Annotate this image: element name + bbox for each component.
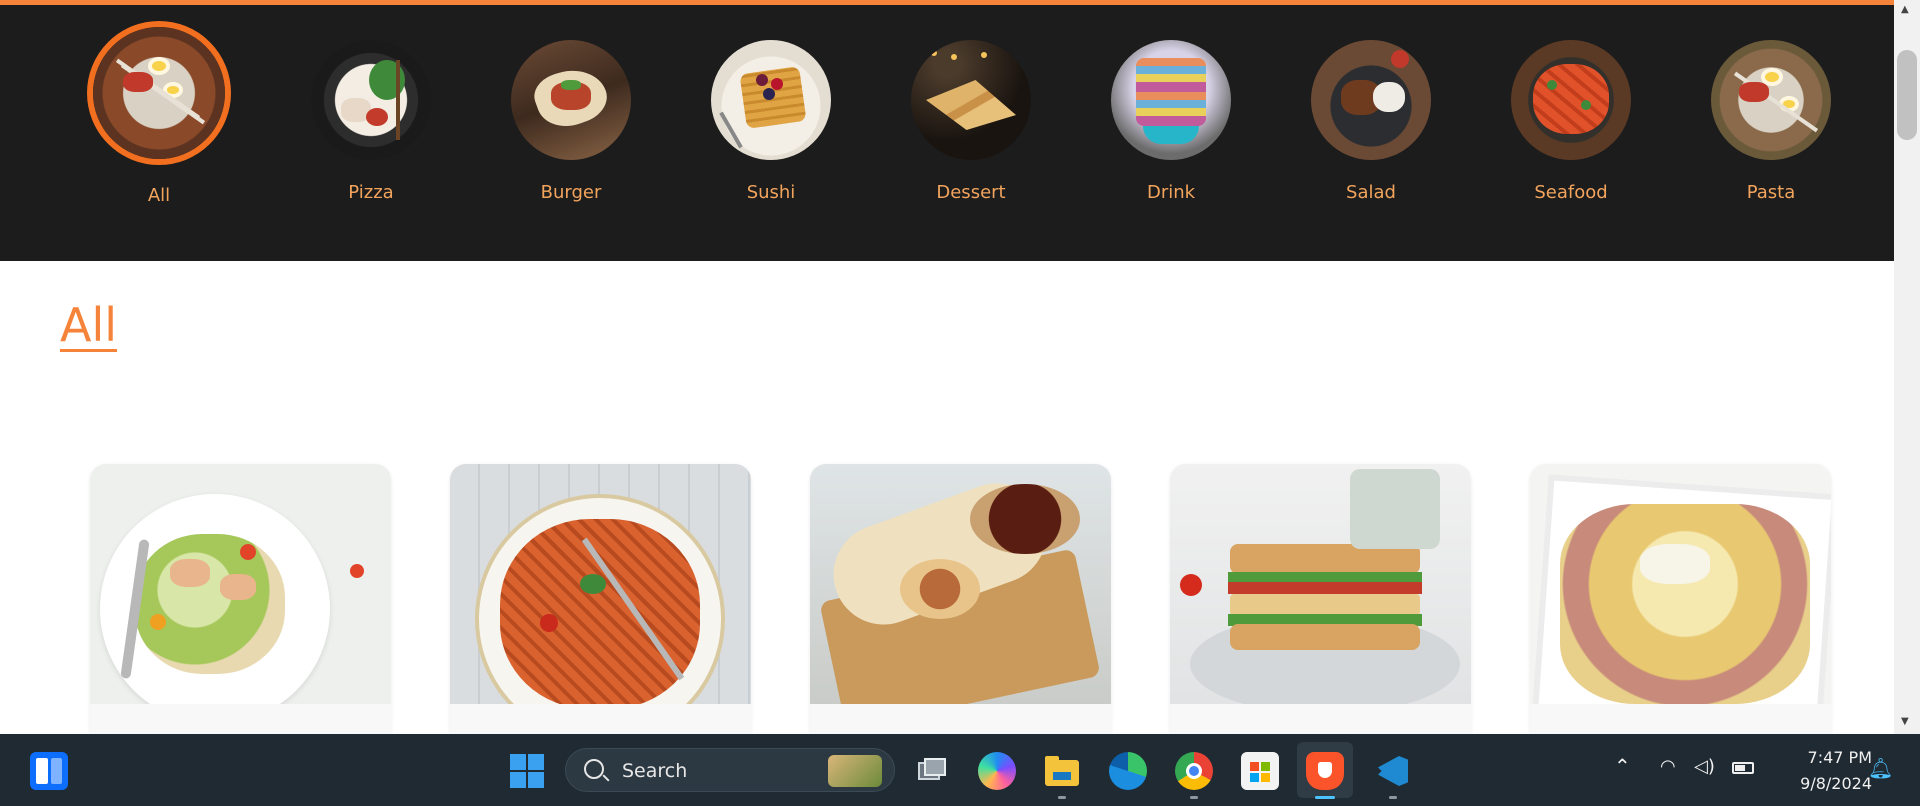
category-burger-image xyxy=(511,40,631,160)
category-label: Pizza xyxy=(348,182,394,203)
scrollbar-thumb[interactable] xyxy=(1897,50,1917,140)
windows-taskbar: Search ⌃ ◠ ◁) 7:47 PM 9/8/2024 🔔︎ xyxy=(0,734,1920,806)
clock-date[interactable]: 9/8/2024 xyxy=(1776,774,1872,793)
start-windows-icon[interactable] xyxy=(508,752,546,790)
category-sushi-image xyxy=(711,40,831,160)
category-seafood-image xyxy=(1511,40,1631,160)
club-sandwich-image xyxy=(1170,464,1471,704)
category-burger[interactable]: Burger xyxy=(491,40,651,203)
wifi-icon[interactable]: ◠ xyxy=(1660,756,1676,777)
edge-icon[interactable] xyxy=(1109,752,1147,790)
category-label: Salad xyxy=(1346,182,1396,203)
food-card[interactable] xyxy=(1170,464,1471,734)
category-label: Burger xyxy=(540,182,602,203)
microsoft-store-icon[interactable] xyxy=(1241,752,1279,790)
category-seafood[interactable]: Seafood xyxy=(1491,40,1651,203)
category-salad[interactable]: Salad xyxy=(1291,40,1451,203)
search-icon xyxy=(584,759,604,779)
category-pizza[interactable]: Pizza xyxy=(291,40,451,203)
category-drink[interactable]: Drink xyxy=(1091,40,1251,203)
food-card[interactable] xyxy=(450,464,751,734)
food-card[interactable] xyxy=(90,464,391,734)
category-all-image xyxy=(87,21,231,165)
task-view-icon[interactable] xyxy=(912,752,950,790)
browser-viewport: All Pizza Burger Sushi Dessert Drink Sal… xyxy=(0,0,1894,734)
category-pasta[interactable]: Pasta xyxy=(1691,40,1851,203)
widgets-icon[interactable] xyxy=(30,752,68,790)
active-indicator xyxy=(1315,796,1335,799)
scroll-down-icon[interactable]: ▼ xyxy=(1901,716,1909,727)
notification-bell-icon[interactable]: 🔔︎ xyxy=(1868,756,1893,780)
category-dessert-image xyxy=(911,40,1031,160)
vscode-icon[interactable] xyxy=(1374,752,1412,790)
scroll-up-icon[interactable]: ▲ xyxy=(1901,4,1909,15)
category-label: Seafood xyxy=(1534,182,1608,203)
pasta-ham-cheese-image xyxy=(1530,464,1831,704)
search-label: Search xyxy=(622,760,688,782)
search-highlight-image xyxy=(828,755,882,787)
running-indicator xyxy=(1389,796,1397,799)
copilot-icon[interactable] xyxy=(978,752,1016,790)
food-card[interactable] xyxy=(810,464,1111,734)
section-title[interactable]: All xyxy=(60,298,117,352)
caesar-salad-image xyxy=(90,464,391,704)
fusilli-pasta-image xyxy=(450,464,751,704)
clock-time[interactable]: 7:47 PM xyxy=(1790,748,1872,767)
battery-icon[interactable] xyxy=(1732,762,1754,774)
brave-browser-icon[interactable] xyxy=(1306,752,1344,790)
running-indicator xyxy=(1058,796,1066,799)
category-dessert[interactable]: Dessert xyxy=(891,40,1051,203)
category-label: All xyxy=(147,185,171,206)
category-label: Drink xyxy=(1146,182,1196,203)
category-pizza-image xyxy=(311,40,431,160)
category-salad-image xyxy=(1311,40,1431,160)
category-all[interactable]: All xyxy=(79,21,239,206)
category-bar: All Pizza Burger Sushi Dessert Drink Sal… xyxy=(0,5,1894,261)
category-pasta-image xyxy=(1711,40,1831,160)
taskbar-search[interactable]: Search xyxy=(565,748,895,792)
burrito-wrap-image xyxy=(810,464,1111,704)
page-scrollbar[interactable]: ▲ ▼ xyxy=(1894,0,1920,734)
category-label: Dessert xyxy=(936,182,1006,203)
volume-icon[interactable]: ◁) xyxy=(1694,756,1715,777)
chrome-icon[interactable] xyxy=(1175,752,1213,790)
chevron-up-icon[interactable]: ⌃ xyxy=(1614,754,1631,778)
file-explorer-icon[interactable] xyxy=(1043,752,1081,790)
category-drink-image xyxy=(1111,40,1231,160)
category-label: Sushi xyxy=(746,182,796,203)
category-sushi[interactable]: Sushi xyxy=(691,40,851,203)
running-indicator xyxy=(1190,796,1198,799)
category-label: Pasta xyxy=(1746,182,1796,203)
food-card[interactable] xyxy=(1530,464,1831,734)
